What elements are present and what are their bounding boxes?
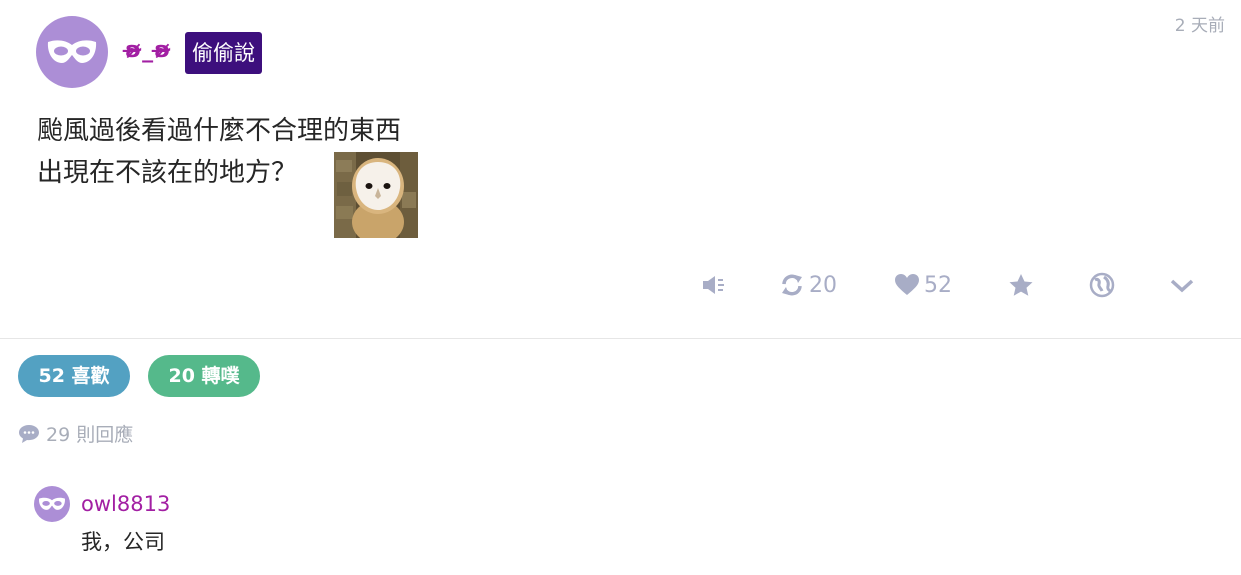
chevron-down-icon: [1170, 279, 1194, 293]
responses-count: 29 則回應: [18, 420, 133, 447]
responses-count-label: 29 則回應: [46, 424, 134, 446]
plurk-post: ʚ̴̶̷̷_ʚ̴̶̷̷ 偷偷說 2 天前 颱風過後看過什麼不合理的東西 出現在不…: [0, 0, 1241, 339]
like-count: 52: [924, 272, 952, 298]
post-author-nickname[interactable]: ʚ̴̶̷̷_ʚ̴̶̷̷: [125, 38, 171, 63]
avatar[interactable]: [36, 16, 108, 88]
star-icon: [1009, 274, 1033, 296]
response-username[interactable]: owl8813: [81, 492, 170, 516]
like-button[interactable]: 52: [894, 268, 952, 302]
qualifier-badge: 偷偷說: [185, 32, 262, 74]
post-timestamp[interactable]: 2 天前: [1175, 11, 1225, 36]
replurk-button[interactable]: 20: [779, 268, 837, 302]
replurk-count: 20: [809, 272, 837, 298]
mask-icon: [39, 497, 65, 510]
globe-icon: [1089, 272, 1115, 298]
speaker-mute-icon: [703, 276, 724, 294]
more-options-button[interactable]: [1169, 268, 1195, 302]
post-content-line: 颱風過後看過什麼不合理的東西: [37, 116, 402, 146]
heart-icon: [895, 274, 919, 295]
attached-owl-image[interactable]: [334, 152, 418, 238]
likes-pill[interactable]: 52 喜歡: [18, 355, 130, 397]
post-action-bar: 20 52: [0, 268, 1241, 302]
mask-icon: [47, 40, 97, 63]
response-text: 我，公司: [81, 530, 165, 554]
speech-bubble-icon: [19, 424, 39, 443]
share-button[interactable]: [1089, 268, 1115, 302]
replurk-icon: [782, 274, 802, 296]
favorite-button[interactable]: [1008, 268, 1034, 302]
response-avatar[interactable]: [34, 486, 70, 522]
mute-button[interactable]: [700, 268, 726, 302]
replurks-pill[interactable]: 20 轉噗: [148, 355, 260, 397]
